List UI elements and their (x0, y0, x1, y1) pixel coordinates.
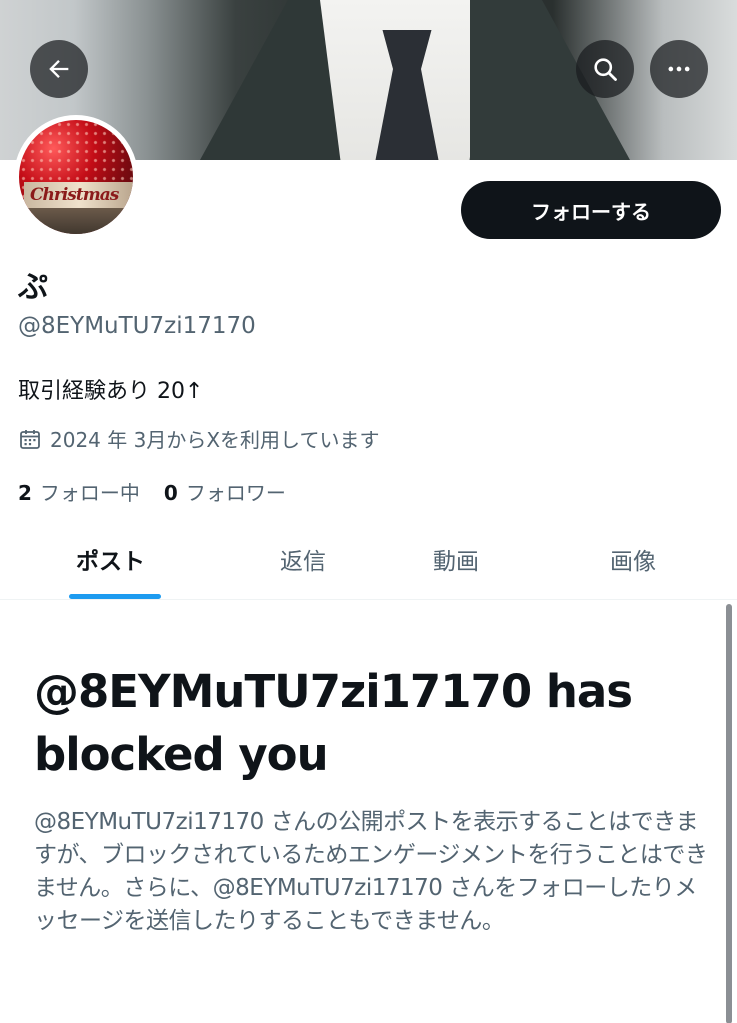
blocked-title: @8EYMuTU7zi17170 has blocked you (34, 665, 633, 781)
follow-button[interactable]: フォローする (461, 181, 721, 239)
tab-videos[interactable]: 動画 (433, 542, 479, 576)
tab-replies[interactable]: 返信 (280, 542, 326, 576)
search-button[interactable] (576, 40, 634, 98)
following-label[interactable]: フォロー中 (40, 477, 140, 506)
arrow-left-icon (49, 60, 69, 78)
follow-stats: 2 フォロー中 0 フォロワー (18, 477, 310, 506)
join-date-text: 2024 年 3月からXを利用しています (50, 428, 380, 452)
join-date: 2024 年 3月からXを利用しています (18, 424, 379, 453)
profile-bio: 取引経験あり 20↑ (18, 379, 204, 404)
followers-count[interactable]: 0 (164, 481, 178, 505)
avatar-sign: Christmas (24, 182, 133, 208)
profile-tabs: ポスト 返信 動画 画像 (0, 520, 737, 600)
avatar[interactable]: Christmas (14, 115, 138, 239)
tab-posts[interactable]: ポスト (76, 542, 145, 576)
tab-images[interactable]: 画像 (610, 542, 656, 576)
active-tab-indicator (69, 594, 161, 599)
followers-label[interactable]: フォロワー (186, 477, 286, 506)
display-name: ぷ (18, 270, 48, 305)
back-button[interactable] (30, 40, 88, 98)
more-button[interactable] (650, 40, 708, 98)
search-icon (594, 58, 617, 81)
calendar-icon (20, 429, 40, 449)
profile-handle: @8EYMuTU7zi17170 (18, 313, 256, 339)
more-horizontal-icon (668, 66, 690, 72)
scrollbar[interactable] (726, 604, 732, 1023)
following-count[interactable]: 2 (18, 481, 32, 505)
avatar-floor (19, 208, 133, 234)
blocked-message: @8EYMuTU7zi17170 さんの公開ポストを表示することはできますが、ブ… (34, 809, 708, 934)
